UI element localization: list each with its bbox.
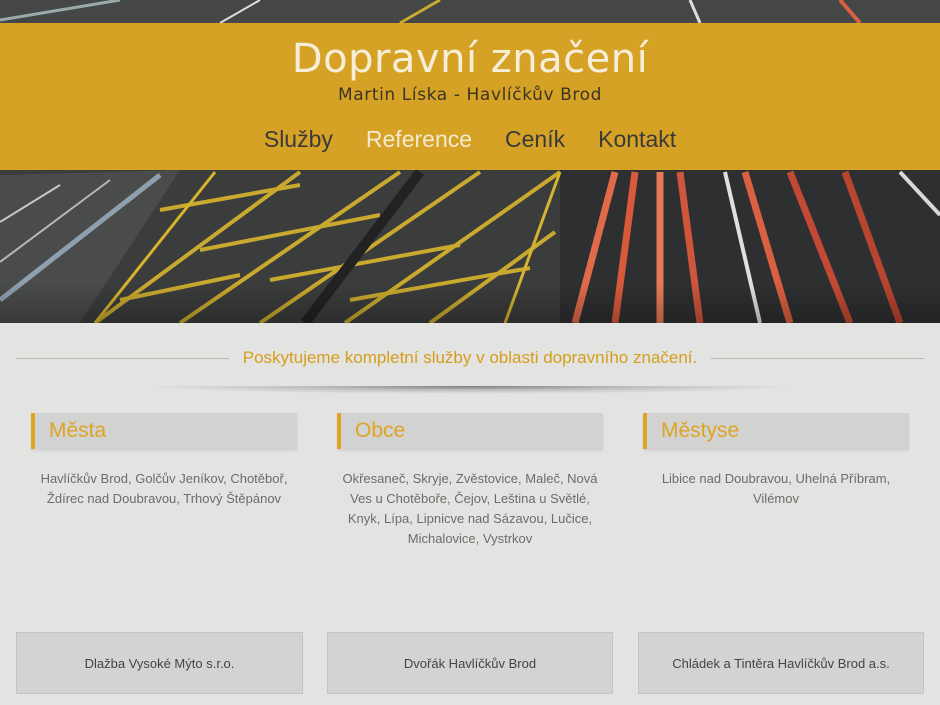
column-heading: Města xyxy=(31,413,297,449)
nav-item-cenik[interactable]: Ceník xyxy=(505,126,565,153)
reference-label: Dlažba Vysoké Mýto s.r.o. xyxy=(84,655,235,671)
hero-shade xyxy=(0,283,940,323)
column-mestyse: Městyse Libice nad Doubravou, Uhelná Pří… xyxy=(643,413,909,509)
tagline-rule-left xyxy=(16,357,229,359)
nav-item-reference[interactable]: Reference xyxy=(366,126,472,153)
column-text: Havlíčkův Brod, Golčův Jeníkov, Chotěboř… xyxy=(40,471,288,506)
nav-item-sluzby[interactable]: Služby xyxy=(264,126,333,153)
site-title: Dopravní značení xyxy=(291,36,649,82)
column-text: Okřesaneč, Skryje, Zvěstovice, Maleč, No… xyxy=(342,471,598,546)
column-heading: Městyse xyxy=(643,413,909,449)
column-mesta: Města Havlíčkův Brod, Golčův Jeníkov, Ch… xyxy=(31,413,297,509)
tagline-section: Poskytujeme kompletní služby v oblasti d… xyxy=(16,346,924,370)
tagline-text: Poskytujeme kompletní služby v oblasti d… xyxy=(242,348,698,367)
nav-item-kontakt[interactable]: Kontakt xyxy=(598,126,676,153)
tagline-rule-right xyxy=(711,357,924,359)
title-banner: Dopravní značení Martin Líska - Havlíčků… xyxy=(0,23,940,170)
reference-label: Chládek a Tintěra Havlíčkův Brod a.s. xyxy=(672,655,890,671)
divider-shadow xyxy=(140,386,800,394)
hero-banner: Dopravní značení Martin Líska - Havlíčků… xyxy=(0,0,940,323)
column-heading: Obce xyxy=(337,413,603,449)
reference-label: Dvořák Havlíčkův Brod xyxy=(403,655,537,671)
column-obce: Obce Okřesaneč, Skryje, Zvěstovice, Male… xyxy=(337,413,603,549)
site-subtitle: Martin Líska - Havlíčkův Brod xyxy=(337,85,603,105)
main-nav: Služby Reference Ceník Kontakt xyxy=(0,126,940,153)
reference-box[interactable]: Dvořák Havlíčkův Brod xyxy=(327,632,613,694)
reference-box[interactable]: Dlažba Vysoké Mýto s.r.o. xyxy=(16,632,303,694)
reference-box[interactable]: Chládek a Tintěra Havlíčkův Brod a.s. xyxy=(638,632,924,694)
column-text: Libice nad Doubravou, Uhelná Příbram, Vi… xyxy=(661,471,891,506)
